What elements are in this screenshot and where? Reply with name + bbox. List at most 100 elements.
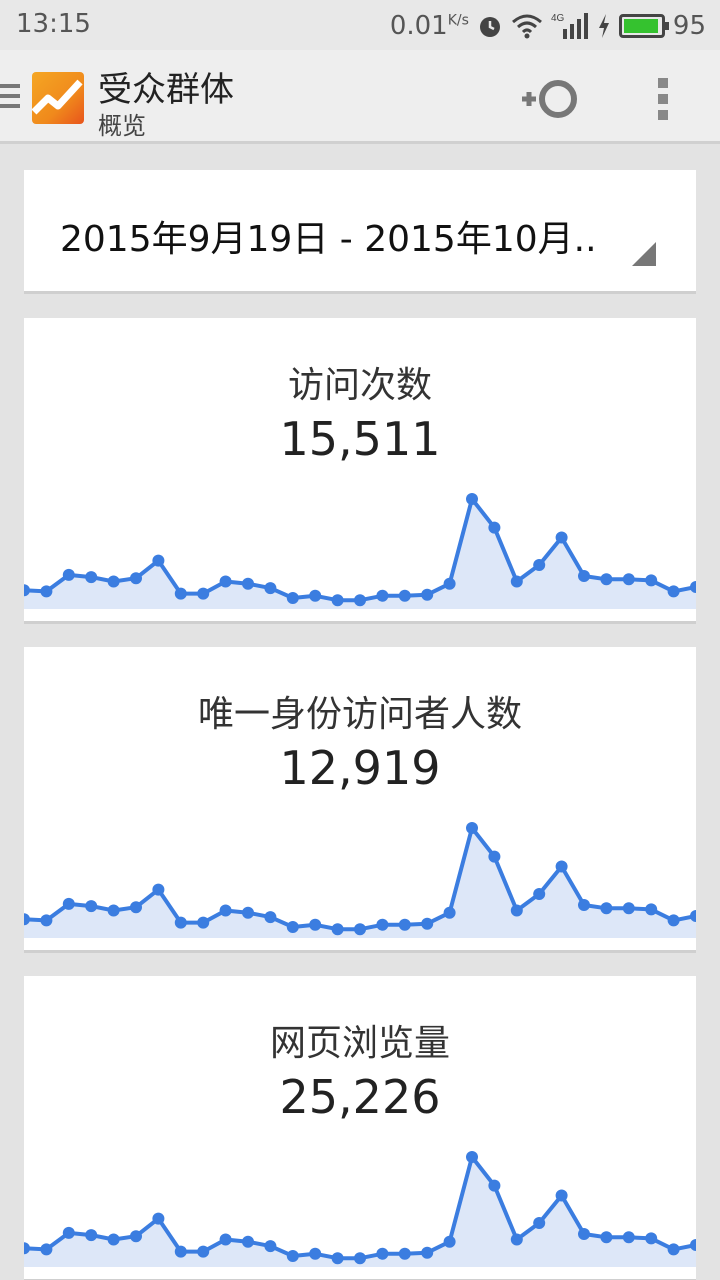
app-title: 受众群体 bbox=[98, 70, 234, 110]
sparkline-point bbox=[174, 1245, 187, 1258]
sparkline-area bbox=[24, 1157, 696, 1267]
sparkline-point bbox=[622, 573, 635, 586]
sparkline-point bbox=[107, 575, 120, 588]
battery-fill bbox=[623, 19, 659, 33]
app-subtitle: 概览 bbox=[98, 112, 146, 140]
status-bar: 13:15 0.01K/s 4G 95 bbox=[0, 0, 720, 50]
metric-value: 15,511 bbox=[279, 412, 441, 466]
sparkline-point bbox=[331, 923, 344, 936]
sparkline-point bbox=[309, 589, 322, 602]
sparkline-point bbox=[600, 573, 613, 586]
sparkline-area bbox=[24, 828, 696, 938]
sparkline-point bbox=[242, 906, 254, 919]
sparkline-point bbox=[264, 582, 277, 595]
sparkline-point bbox=[286, 1250, 299, 1262]
network-speed: 0.01K/s bbox=[389, 11, 469, 41]
sparkline-point bbox=[488, 850, 501, 863]
sparkline-point bbox=[197, 1245, 210, 1258]
sparkline-point bbox=[130, 901, 142, 914]
metric-card-pageviews[interactable]: 网页浏览量 25,226 bbox=[24, 976, 696, 1280]
sparkline-point bbox=[466, 822, 478, 834]
sparkline-point bbox=[488, 521, 501, 534]
sparkline-point bbox=[510, 904, 523, 917]
sparkline-point bbox=[667, 585, 680, 598]
battery-icon bbox=[618, 14, 669, 38]
sparkline-point bbox=[219, 904, 232, 917]
analytics-logo-icon[interactable] bbox=[32, 72, 84, 124]
sparkline-point bbox=[107, 1233, 120, 1246]
status-time: 13:15 bbox=[16, 9, 91, 39]
sparkline-area bbox=[24, 499, 696, 609]
sparkline-point bbox=[510, 1233, 523, 1246]
battery-level: 95 bbox=[672, 11, 706, 41]
status-icons: 0.01K/s 4G 95 bbox=[390, 9, 706, 43]
sparkline-chart bbox=[24, 493, 696, 609]
metric-label: 网页浏览量 bbox=[269, 1023, 450, 1064]
sparkline-point bbox=[443, 577, 456, 590]
sparkline-point bbox=[466, 1151, 478, 1163]
metric-card-users[interactable]: 唯一身份访问者人数 12,919 bbox=[24, 647, 696, 953]
sparkline-point bbox=[286, 921, 299, 933]
segment-icon[interactable] bbox=[520, 76, 582, 122]
network-type: 4G bbox=[551, 13, 565, 24]
charging-icon bbox=[598, 14, 609, 38]
sparkline-point bbox=[62, 897, 75, 910]
sparkline-point bbox=[85, 571, 98, 584]
sparkline-point bbox=[645, 574, 658, 587]
sparkline-point bbox=[174, 916, 187, 929]
sparkline-point bbox=[510, 575, 523, 588]
metric-card-sessions[interactable]: 访问次数 15,511 bbox=[24, 318, 696, 624]
sparkline-point bbox=[354, 1252, 366, 1265]
sparkline-point bbox=[376, 589, 389, 602]
sparkline-point bbox=[152, 554, 165, 567]
network-speed-unit: K/s bbox=[447, 12, 469, 29]
sparkline-point bbox=[578, 1228, 590, 1240]
sparkline-point bbox=[443, 906, 456, 919]
metric-value: 12,919 bbox=[279, 741, 441, 795]
sparkline-point bbox=[197, 587, 210, 600]
sparkline-point bbox=[421, 1246, 434, 1259]
sparkline-point bbox=[600, 1231, 613, 1244]
sparkline-point bbox=[555, 860, 568, 873]
sparkline-point bbox=[85, 900, 98, 913]
sparkline-point bbox=[398, 1247, 411, 1260]
sparkline-point bbox=[62, 1226, 75, 1239]
sparkline-point bbox=[219, 575, 232, 588]
sparkline-point bbox=[354, 923, 366, 936]
sparkline-point bbox=[376, 1247, 389, 1260]
sparkline-point bbox=[578, 570, 590, 582]
sparkline-point bbox=[264, 911, 277, 924]
sparkline-point bbox=[242, 577, 254, 590]
sparkline-point bbox=[622, 902, 635, 915]
menu-icon[interactable] bbox=[0, 84, 20, 114]
metric-value: 25,226 bbox=[279, 1070, 441, 1124]
sparkline-point bbox=[533, 888, 546, 900]
sparkline-point bbox=[376, 918, 389, 931]
overflow-menu-icon[interactable] bbox=[650, 76, 676, 122]
sparkline-point bbox=[152, 1212, 165, 1225]
cellular-signal-icon: 4G bbox=[551, 13, 588, 39]
dropdown-arrow-icon bbox=[632, 242, 656, 266]
sparkline-point bbox=[309, 1247, 322, 1260]
sparkline-point bbox=[286, 592, 299, 604]
sparkline-point bbox=[555, 531, 568, 544]
metric-label: 唯一身份访问者人数 bbox=[197, 694, 522, 735]
sparkline-point bbox=[398, 918, 411, 931]
sparkline-point bbox=[488, 1179, 501, 1192]
sparkline-point bbox=[40, 1243, 53, 1256]
sparkline-point bbox=[40, 914, 53, 927]
sparkline-point bbox=[130, 572, 142, 585]
sparkline-point bbox=[242, 1235, 254, 1248]
sparkline-point bbox=[443, 1235, 456, 1248]
sparkline-point bbox=[533, 1217, 546, 1229]
sparkline-chart bbox=[24, 822, 696, 938]
sparkline-point bbox=[197, 916, 210, 929]
sparkline-point bbox=[600, 902, 613, 915]
sparkline-point bbox=[354, 594, 366, 607]
sparkline-point bbox=[555, 1189, 568, 1202]
sparkline-point bbox=[667, 914, 680, 927]
date-range-selector[interactable]: 2015年9月19日 - 2015年10月.. bbox=[24, 170, 696, 294]
sparkline-point bbox=[331, 594, 344, 607]
wifi-icon bbox=[511, 14, 542, 39]
sparkline-point bbox=[533, 559, 546, 571]
